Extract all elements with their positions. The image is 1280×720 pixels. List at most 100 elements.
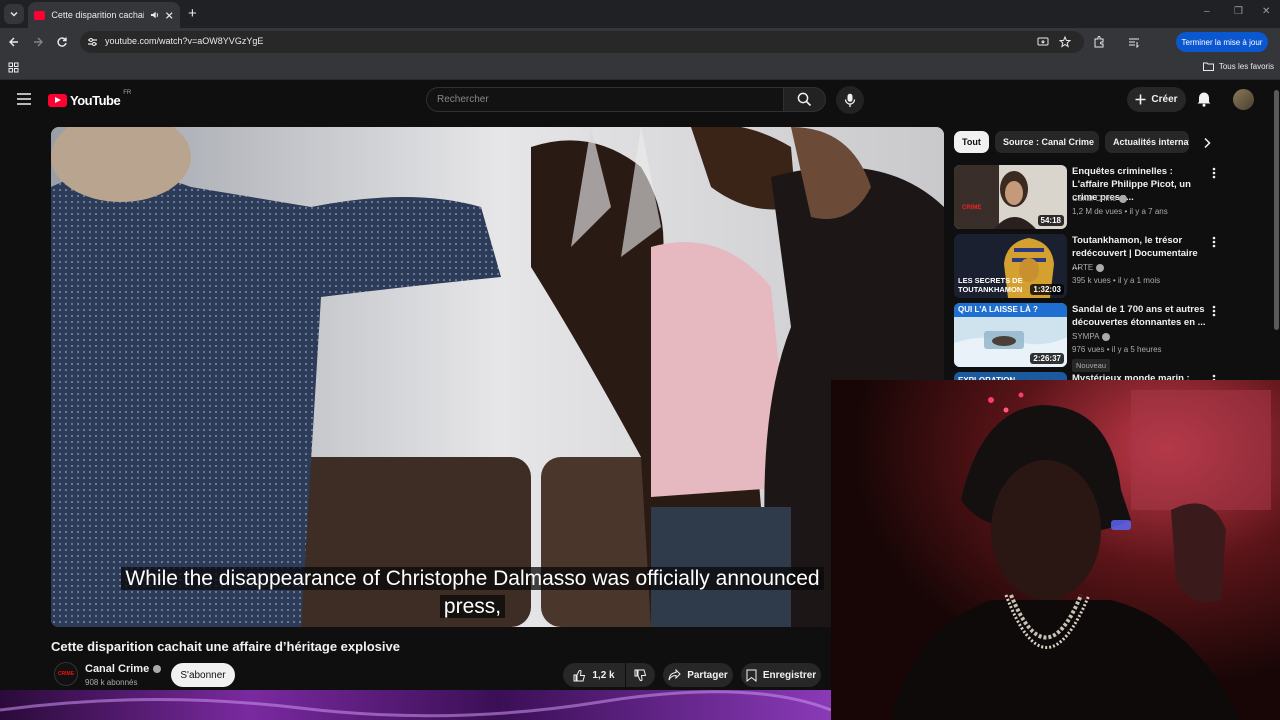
new-badge: Nouveau: [1072, 359, 1111, 372]
video-duration: 54:18: [1037, 215, 1064, 226]
url-text: youtube.com/watch?v=aOW8YVGzYgE: [105, 36, 264, 46]
recommended-video[interactable]: LES SECRETS DE TOUTANKHAMON 1:32:03 Tout…: [954, 234, 1229, 300]
create-button[interactable]: Créer: [1127, 87, 1186, 112]
thumbnail-text: QUI L'A LAISSE LÀ ?: [958, 305, 1038, 314]
reload-icon: [57, 37, 67, 47]
recommended-channel[interactable]: SYMPA: [1072, 332, 1111, 341]
video-thumbnail[interactable]: LES SECRETS DE TOUTANKHAMON 1:32:03: [954, 234, 1067, 298]
more-vert-icon[interactable]: [1212, 236, 1216, 248]
reload-button[interactable]: [54, 34, 70, 50]
voice-search-button[interactable]: [836, 86, 864, 114]
share-arrow-icon: [668, 669, 681, 681]
new-tab-button[interactable]: +: [188, 6, 197, 22]
purple-overlay-strip: [0, 690, 831, 720]
more-vert-icon[interactable]: [1212, 167, 1216, 179]
video-duration: 1:32:03: [1030, 284, 1064, 295]
browser-toolbar: youtube.com/watch?v=aOW8YVGzYgE Terminer…: [0, 28, 1280, 77]
channel-avatar-text: CRIME: [57, 671, 75, 677]
verified-check-icon: [1096, 263, 1105, 272]
update-browser-button[interactable]: Terminer la mise à jour: [1176, 32, 1268, 52]
video-frame-image: [51, 127, 944, 627]
like-button[interactable]: 1,2 k: [563, 663, 625, 687]
video-caption: While the disappearance of Christophe Da…: [0, 565, 945, 621]
recommended-video[interactable]: QUI L'A LAISSE LÀ ? 2:26:37 Sandal de 1 …: [954, 303, 1229, 372]
all-bookmarks-button[interactable]: Tous les favoris: [1202, 62, 1274, 71]
all-bookmarks-label: Tous les favoris: [1218, 62, 1274, 71]
account-avatar[interactable]: [1233, 89, 1254, 110]
more-vert-icon[interactable]: [1212, 305, 1216, 317]
recommended-channel[interactable]: Canal Crime: [1072, 194, 1128, 203]
bookmark-star-icon[interactable]: [1059, 36, 1071, 48]
country-code: FR: [123, 90, 132, 96]
forward-button[interactable]: [30, 34, 46, 50]
verified-check-icon: [153, 665, 162, 673]
search-button[interactable]: [784, 87, 826, 112]
plus-icon: [1135, 94, 1146, 105]
video-player[interactable]: [51, 127, 944, 627]
chip-all[interactable]: Tout: [954, 131, 989, 153]
search-icon: [797, 92, 812, 107]
reading-list-icon[interactable]: [1128, 36, 1140, 48]
tab-title: Cette disparition cachait une affaire d'…: [51, 10, 144, 20]
channel-name[interactable]: Canal Crime: [85, 663, 162, 675]
recommended-channel[interactable]: ARTE: [1072, 263, 1105, 272]
maximize-button[interactable]: ❐: [1234, 6, 1243, 17]
thumbnail-text: CRIME: [962, 205, 982, 211]
video-thumbnail[interactable]: CRIME 54:18: [954, 165, 1067, 229]
apps-grid-icon[interactable]: [8, 62, 19, 73]
video-thumbnail[interactable]: QUI L'A LAISSE LÀ ? 2:26:37: [954, 303, 1067, 367]
speaker-icon[interactable]: [150, 10, 159, 20]
share-button[interactable]: Partager: [663, 663, 733, 687]
caption-line-1: While the disappearance of Christophe Da…: [121, 567, 824, 590]
extensions-icon[interactable]: [1093, 36, 1105, 48]
webcam-feed-image: [831, 380, 1280, 720]
subscribe-button[interactable]: S'abonner: [171, 663, 235, 687]
thumbnail-text: LES SECRETS DE TOUTANKHAMON: [958, 276, 1023, 294]
youtube-logo-text: YouTube: [70, 93, 121, 108]
recommended-meta: 976 vues • il y a 5 heures: [1072, 345, 1162, 354]
page-scrollbar[interactable]: [1274, 90, 1279, 330]
chip-international-news[interactable]: Actualités internationales: [1105, 131, 1189, 153]
close-window-button[interactable]: ✕: [1262, 6, 1270, 17]
hamburger-menu-icon[interactable]: [17, 93, 31, 105]
channel-avatar[interactable]: CRIME: [54, 662, 78, 686]
chevron-right-icon[interactable]: [1202, 137, 1212, 149]
arrow-left-icon: [9, 37, 18, 47]
save-button[interactable]: Enregistrer: [741, 663, 821, 687]
thumbs-up-icon: [573, 669, 586, 681]
save-label: Enregistrer: [762, 669, 817, 681]
recommended-video[interactable]: CRIME 54:18 Enquêtes criminelles : L'aff…: [954, 165, 1229, 231]
search-input[interactable]: Rechercher: [426, 87, 784, 112]
address-bar[interactable]: youtube.com/watch?v=aOW8YVGzYgE: [80, 31, 1084, 53]
like-count: 1,2 k: [592, 669, 615, 681]
back-button[interactable]: [6, 34, 22, 50]
install-app-icon[interactable]: [1037, 36, 1049, 48]
channel-name-text: Canal Crime: [85, 663, 150, 675]
bookmark-save-icon: [746, 669, 757, 682]
video-duration: 2:26:37: [1030, 353, 1064, 364]
video-title: Cette disparition cachait une affaire d’…: [51, 639, 400, 654]
chip-source-channel[interactable]: Source : Canal Crime: [995, 131, 1099, 153]
share-label: Partager: [687, 669, 728, 681]
subscriber-count: 908 k abonnés: [85, 678, 138, 687]
tab-search-button[interactable]: [4, 4, 24, 24]
recommended-title[interactable]: Sandal de 1 700 ans et autres découverte…: [1072, 303, 1208, 329]
update-label: Terminer la mise à jour: [1181, 37, 1263, 47]
verified-check-icon: [1102, 332, 1111, 341]
dislike-button[interactable]: [626, 663, 655, 687]
notifications-bell-icon[interactable]: [1196, 90, 1212, 107]
recommended-channel-name: SYMPA: [1072, 332, 1100, 341]
close-tab-icon[interactable]: [165, 11, 174, 20]
caption-line-2: press,: [439, 595, 506, 618]
minimize-button[interactable]: –: [1204, 6, 1210, 17]
arrow-right-icon: [34, 37, 43, 47]
youtube-logo[interactable]: YouTube FR: [48, 90, 132, 108]
recommended-meta: 1,2 M de vues • il y a 7 ans: [1072, 207, 1168, 216]
webcam-overlay: [831, 380, 1280, 720]
microphone-icon: [844, 93, 856, 107]
bookmarks-bar: Tous les favoris: [0, 56, 1280, 80]
create-label: Créer: [1151, 94, 1178, 105]
site-info-icon[interactable]: [87, 37, 98, 47]
verified-check-icon: [1119, 194, 1128, 203]
browser-tab-active[interactable]: Cette disparition cachait une affaire d'…: [28, 2, 180, 28]
